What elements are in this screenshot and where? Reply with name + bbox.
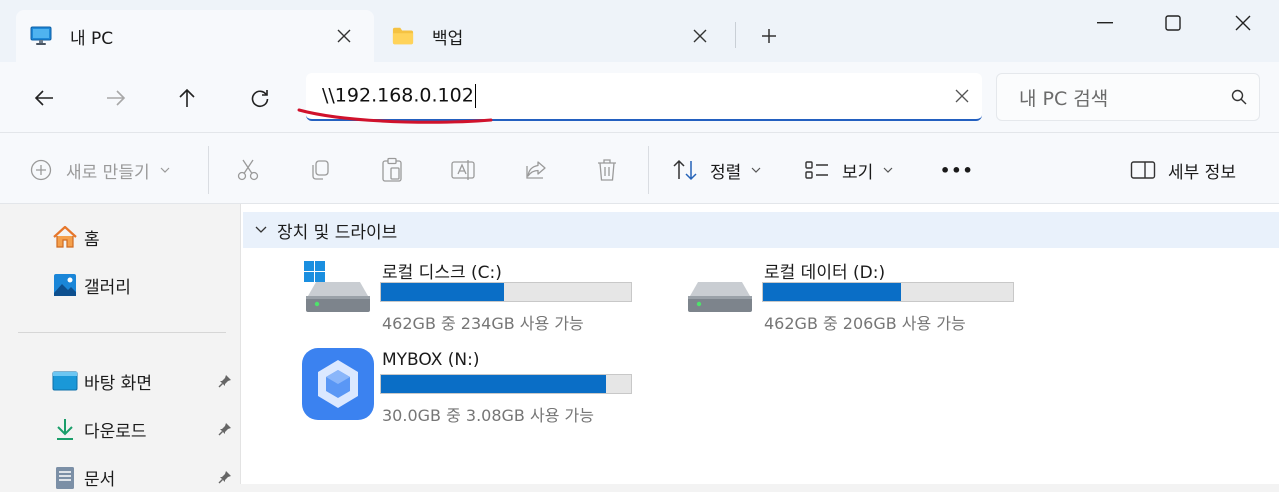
clear-address-button[interactable] <box>942 89 982 103</box>
share-icon <box>526 161 546 179</box>
drive-usage-bar <box>762 282 1014 302</box>
drive-icon <box>688 282 752 312</box>
search-box[interactable]: 내 PC 검색 <box>996 73 1260 121</box>
tab-backup[interactable]: 백업 <box>378 10 730 62</box>
drive-usage-bar <box>380 282 632 302</box>
tab-label: 백업 <box>432 28 464 49</box>
drive-usage-fill <box>763 283 901 301</box>
minimize-button[interactable] <box>1082 6 1128 40</box>
drive-usage-fill <box>381 375 606 393</box>
pin-icon[interactable] <box>216 372 234 390</box>
sidebar-item-label: 다운로드 <box>84 421 147 442</box>
drive-item-c[interactable]: 로컬 디스크 (C:) 462GB 중 234GB 사용 가능 <box>302 258 642 338</box>
copy-button[interactable] <box>308 152 332 188</box>
drive-name: MYBOX (N:) <box>382 350 480 370</box>
tab-divider <box>735 22 736 48</box>
gallery-icon <box>52 272 78 298</box>
chevron-down-icon <box>751 167 761 173</box>
sidebar-item-label: 갤러리 <box>84 277 131 298</box>
cut-button[interactable] <box>236 152 260 188</box>
close-tab-button[interactable] <box>328 20 360 52</box>
chevron-down-icon <box>160 167 170 173</box>
view-button[interactable]: 보기 <box>804 152 893 188</box>
monitor-icon <box>30 25 52 47</box>
view-label: 보기 <box>842 162 874 183</box>
pin-icon[interactable] <box>216 420 234 438</box>
mybox-icon <box>302 348 374 420</box>
plus-circle-icon <box>30 159 52 181</box>
new-button[interactable]: 새로 만들기 <box>30 152 170 188</box>
paste-button[interactable] <box>380 152 404 188</box>
windows-drive-icon <box>304 261 370 312</box>
drive-name: 로컬 디스크 (C:) <box>382 263 502 283</box>
drive-usage-fill <box>381 283 504 301</box>
details-pane-button[interactable]: 세부 정보 <box>1130 152 1236 188</box>
documents-icon <box>52 464 78 490</box>
trash-icon <box>598 159 616 181</box>
tab-my-pc[interactable]: 내 PC <box>16 10 374 62</box>
clipboard-icon <box>382 157 402 182</box>
copy-icon <box>312 160 329 180</box>
delete-button[interactable] <box>596 152 618 188</box>
back-button[interactable] <box>24 78 64 118</box>
search-icon[interactable] <box>1219 89 1259 105</box>
new-button-label: 새로 만들기 <box>66 162 150 183</box>
view-icon <box>805 161 828 179</box>
red-underline-annotation <box>297 108 493 124</box>
folder-icon <box>392 25 414 47</box>
sidebar-item-label: 홈 <box>84 229 100 250</box>
chevron-down-icon <box>255 226 267 233</box>
details-label: 세부 정보 <box>1168 162 1236 183</box>
rename-icon <box>451 160 475 180</box>
drive-usage-bar <box>380 374 632 394</box>
download-icon <box>52 416 78 442</box>
close-tab-button[interactable] <box>684 20 716 52</box>
close-window-button[interactable] <box>1220 6 1266 40</box>
sidebar-divider <box>18 332 226 333</box>
command-divider <box>208 146 209 194</box>
home-icon <box>52 224 78 250</box>
sidebar-item-documents[interactable]: 문서 <box>52 462 115 492</box>
sidebar-item-gallery[interactable]: 갤러리 <box>52 270 131 300</box>
drive-free-space: 462GB 중 234GB 사용 가능 <box>382 314 584 333</box>
sort-icon <box>673 159 697 181</box>
up-button[interactable] <box>167 78 207 118</box>
details-pane-icon <box>1130 161 1156 179</box>
pin-icon[interactable] <box>216 468 234 486</box>
drive-item-n[interactable]: MYBOX (N:) 30.0GB 중 3.08GB 사용 가능 <box>302 348 642 428</box>
maximize-button[interactable] <box>1150 6 1196 40</box>
sidebar-item-label: 문서 <box>84 469 116 490</box>
new-tab-button[interactable] <box>752 21 786 51</box>
sidebar-item-downloads[interactable]: 다운로드 <box>52 414 147 444</box>
drive-item-d[interactable]: 로컬 데이터 (D:) 462GB 중 206GB 사용 가능 <box>684 258 1024 338</box>
group-title: 장치 및 드라이브 <box>277 222 398 243</box>
command-bar <box>0 132 1279 204</box>
drive-name: 로컬 데이터 (D:) <box>764 263 886 283</box>
command-divider <box>648 146 649 194</box>
group-header-devices[interactable]: 장치 및 드라이브 <box>243 212 1279 248</box>
sort-label: 정렬 <box>710 162 742 183</box>
more-icon: ••• <box>940 160 974 180</box>
sidebar-item-home[interactable]: 홈 <box>52 222 100 252</box>
sort-button[interactable]: 정렬 <box>672 152 761 188</box>
desktop-icon <box>52 368 78 394</box>
refresh-button[interactable] <box>240 78 280 118</box>
share-button[interactable] <box>524 152 548 188</box>
sidebar-item-desktop[interactable]: 바탕 화면 <box>52 366 152 396</box>
scissors-icon <box>237 159 259 181</box>
search-input[interactable]: 내 PC 검색 <box>1019 84 1219 111</box>
forward-button[interactable] <box>96 78 136 118</box>
rename-button[interactable] <box>450 152 476 188</box>
more-options-button[interactable]: ••• <box>940 152 974 188</box>
sidebar-item-label: 바탕 화면 <box>84 373 152 394</box>
chevron-down-icon <box>883 167 893 173</box>
tab-label: 내 PC <box>70 28 114 49</box>
drive-free-space: 30.0GB 중 3.08GB 사용 가능 <box>382 406 594 425</box>
drive-free-space: 462GB 중 206GB 사용 가능 <box>764 314 966 333</box>
